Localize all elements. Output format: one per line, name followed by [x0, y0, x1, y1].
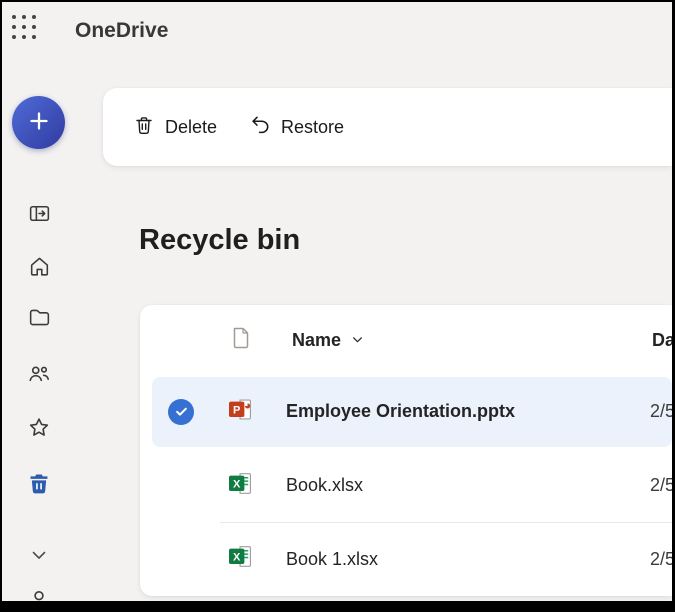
page-title: Recycle bin: [139, 224, 301, 256]
document-icon: [231, 326, 251, 355]
svg-text:X: X: [233, 552, 241, 564]
file-type-column-icon-cell: [212, 326, 270, 355]
folder-icon: [27, 305, 52, 333]
people-icon: [26, 361, 52, 390]
panel-toggle-icon: [27, 201, 52, 229]
selected-check-icon[interactable]: [168, 398, 194, 425]
table-header-row: Name Da: [140, 305, 672, 375]
file-name[interactable]: Book.xlsx: [286, 475, 363, 496]
restore-button-label: Restore: [281, 116, 345, 137]
chevron-down-icon: [28, 544, 50, 569]
trash-outline-icon: [134, 115, 154, 140]
svg-text:P: P: [233, 404, 240, 416]
excel-icon: X: [228, 544, 255, 574]
file-name[interactable]: Book 1.xlsx: [286, 549, 378, 570]
restore-undo-icon: [249, 114, 270, 140]
add-new-button[interactable]: [12, 96, 65, 149]
command-toolbar: Delete Restore: [103, 88, 672, 166]
excel-icon: X: [228, 471, 255, 501]
sidebar-item-account[interactable]: [24, 586, 54, 601]
name-column-label: Name: [292, 329, 342, 350]
sidebar-item-my-files[interactable]: [24, 304, 54, 334]
trash-icon: [26, 471, 52, 500]
sidebar-item-home[interactable]: [24, 253, 54, 283]
file-date-deleted: 2/5: [649, 548, 672, 569]
sidebar-item-shared[interactable]: [24, 360, 54, 390]
recycle-bin-table: Name Da P Employee Orientation.pptx 2/5 …: [140, 305, 672, 596]
restore-button[interactable]: Restore: [236, 105, 357, 149]
app-launcher-waffle-icon[interactable]: [12, 15, 40, 43]
name-column-header[interactable]: Name: [286, 329, 370, 352]
home-icon: [27, 254, 52, 282]
chevron-down-icon: [351, 330, 364, 351]
plus-icon: [27, 109, 51, 136]
screenshot-frame: OneDrive Delete Restore Recycle bin Name…: [0, 0, 675, 612]
table-row[interactable]: P Employee Orientation.pptx 2/5: [140, 375, 672, 449]
person-icon: [26, 587, 52, 602]
table-row[interactable]: X Book 1.xlsx 2/5: [140, 522, 672, 596]
sidebar-item-favorites[interactable]: [24, 414, 54, 444]
star-icon: [26, 415, 52, 444]
delete-button-label: Delete: [165, 116, 218, 137]
file-date-deleted: 2/5: [649, 401, 672, 422]
sidebar-item-recycle-bin[interactable]: [24, 470, 54, 500]
table-row[interactable]: X Book.xlsx 2/5: [140, 449, 672, 523]
powerpoint-icon: P: [228, 397, 255, 427]
delete-button[interactable]: Delete: [121, 106, 230, 149]
onedrive-window: OneDrive Delete Restore Recycle bin Name…: [2, 2, 672, 601]
file-name[interactable]: Employee Orientation.pptx: [286, 401, 515, 422]
svg-text:X: X: [233, 478, 241, 490]
date-deleted-column-header[interactable]: Da: [652, 330, 672, 351]
file-date-deleted: 2/5: [649, 475, 672, 495]
sidebar-expand-chevron[interactable]: [24, 541, 54, 571]
app-title: OneDrive: [75, 19, 169, 42]
sidebar-item-panel-toggle[interactable]: [24, 200, 54, 230]
row-divider: [220, 522, 672, 524]
